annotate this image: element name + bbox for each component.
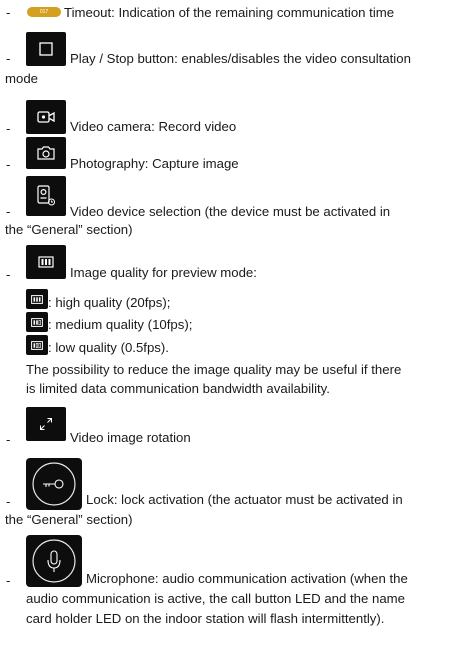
square-stop-icon bbox=[26, 32, 66, 66]
lock-label-line1: Lock: lock activation (the actuator must… bbox=[86, 492, 403, 507]
quality-label: Image quality for preview mode: bbox=[70, 265, 257, 280]
bullet-dash: - bbox=[6, 267, 11, 282]
device-label-line1: Video device selection (the device must … bbox=[70, 204, 391, 219]
bullet-dash: - bbox=[6, 432, 11, 447]
bullet-dash: - bbox=[6, 121, 11, 136]
expand-arrows-icon bbox=[26, 407, 66, 441]
bullet-dash: - bbox=[6, 494, 11, 509]
bullet-dash: - bbox=[6, 157, 11, 172]
timeout-badge-icon: 017 bbox=[26, 6, 62, 18]
quality-note-line2: is limited data communication bandwidth … bbox=[26, 381, 330, 396]
bullet-dash: - bbox=[6, 204, 11, 219]
camera-label: Video camera: Record video bbox=[70, 119, 237, 134]
microphone-icon bbox=[26, 535, 82, 587]
timeout-label: Timeout: Indication of the remaining com… bbox=[64, 5, 395, 20]
photo-label: Photography: Capture image bbox=[70, 156, 239, 171]
bullet-dash: - bbox=[6, 573, 11, 588]
key-lock-icon bbox=[26, 458, 82, 510]
quality-medium-text: : medium quality (10fps); bbox=[48, 317, 193, 332]
rotation-label: Video image rotation bbox=[70, 430, 191, 445]
bullet-dash: - bbox=[6, 51, 11, 66]
quality-medium-icon bbox=[26, 312, 48, 332]
mic-label-line1: Microphone: audio communication activati… bbox=[86, 571, 408, 586]
quality-high-text: : high quality (20fps); bbox=[48, 295, 171, 310]
lock-label-line2: the “General” section) bbox=[5, 512, 133, 527]
image-quality-icon bbox=[26, 245, 66, 279]
bullet-dash: - bbox=[6, 5, 11, 20]
quality-high-icon bbox=[26, 289, 48, 309]
play-stop-label-line1: Play / Stop button: enables/disables the… bbox=[70, 51, 411, 66]
mic-label-line3: card holder LED on the indoor station wi… bbox=[26, 611, 385, 626]
photo-camera-icon bbox=[26, 137, 66, 169]
timeout-badge-value: 017 bbox=[39, 8, 49, 15]
quality-note-line1: The possibility to reduce the image qual… bbox=[26, 362, 402, 377]
quality-low-text: : low quality (0.5fps). bbox=[48, 340, 169, 355]
device-selection-icon bbox=[26, 176, 66, 216]
device-label-line2: the “General” section) bbox=[5, 222, 133, 237]
mic-label-line2: audio communication is active, the call … bbox=[26, 591, 405, 606]
play-stop-label-line2: mode bbox=[5, 71, 38, 86]
video-camera-icon bbox=[26, 100, 66, 134]
quality-low-icon bbox=[26, 335, 48, 355]
